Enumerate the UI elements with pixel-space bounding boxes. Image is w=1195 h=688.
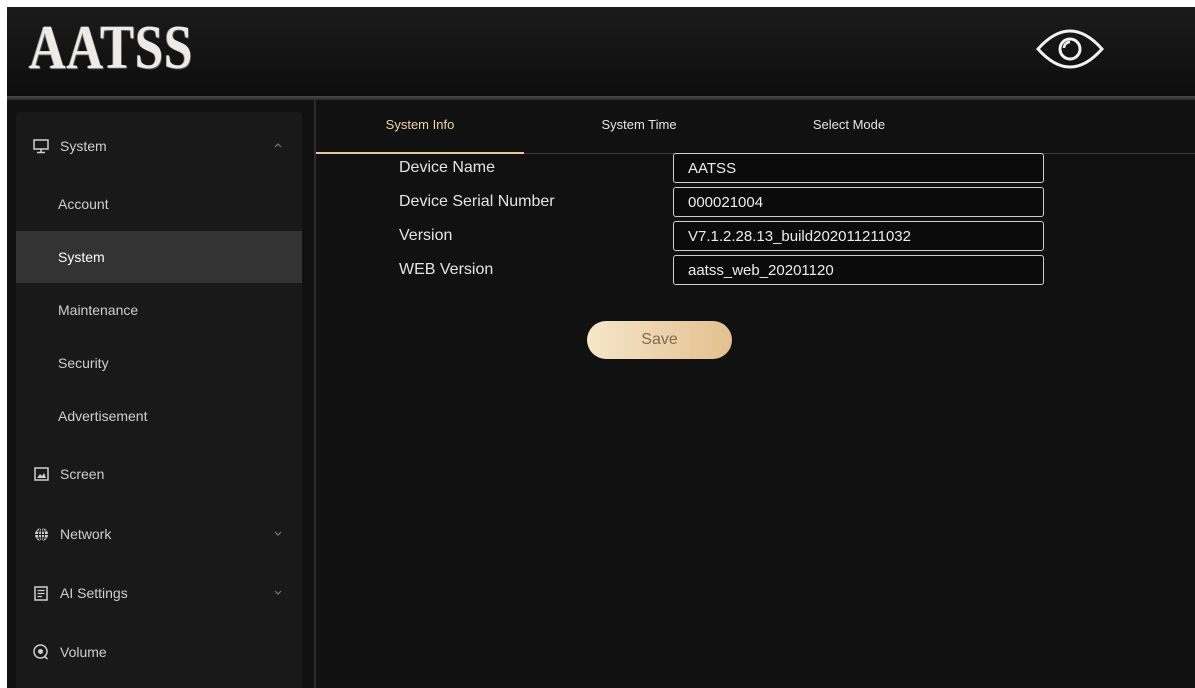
document-icon — [32, 584, 50, 602]
content-divider — [314, 100, 316, 688]
device-name-field[interactable] — [673, 153, 1044, 183]
sidebar-item-label: AI Settings — [60, 585, 128, 601]
version-field[interactable] — [673, 221, 1044, 251]
chevron-down-icon — [274, 590, 282, 595]
sidebar-item-label: Network — [60, 526, 112, 542]
serial-number-label: Device Serial Number — [399, 193, 555, 210]
sidebar-item-label: System — [60, 138, 107, 154]
sidebar-item-label: Security — [58, 355, 109, 371]
sidebar-item-label: Account — [58, 196, 109, 212]
sidebar-item-label: Advertisement — [58, 408, 148, 424]
tab-label: System Info — [385, 117, 455, 132]
sidebar-item-ai-settings[interactable]: AI Settings — [16, 567, 302, 619]
tab-select-mode[interactable]: Select Mode — [754, 100, 944, 153]
sidebar-item-volume[interactable]: Volume — [16, 626, 302, 678]
chevron-down-icon — [274, 531, 282, 536]
web-version-field[interactable] — [673, 255, 1044, 285]
sidebar-item-system-group[interactable]: System — [16, 120, 302, 172]
tab-bar: System Info System Time Select Mode — [316, 100, 1195, 154]
sidebar: System Account System Maintenance Securi… — [16, 112, 302, 688]
serial-number-field[interactable] — [673, 187, 1044, 217]
sidebar-item-label: Volume — [60, 644, 107, 660]
sidebar-item-label: System — [58, 249, 105, 265]
volume-icon — [32, 643, 50, 661]
device-name-label: Device Name — [399, 159, 496, 176]
sidebar-item-network[interactable]: Network — [16, 508, 302, 560]
tab-label: Select Mode — [812, 117, 886, 132]
header: AATSS — [7, 7, 1195, 96]
sidebar-item-label: Screen — [60, 466, 105, 482]
eye-icon[interactable] — [1030, 21, 1110, 77]
sidebar-item-label: Maintenance — [58, 302, 139, 318]
sidebar-item-maintenance[interactable]: Maintenance — [16, 284, 302, 336]
image-icon — [32, 465, 50, 483]
app-frame: AATSS System Account System Maintenance … — [7, 7, 1195, 688]
version-label: Version — [399, 227, 453, 244]
logo: AATSS — [29, 14, 194, 82]
sidebar-item-account[interactable]: Account — [16, 178, 302, 230]
monitor-icon — [32, 137, 50, 155]
tab-system-time[interactable]: System Time — [544, 100, 734, 153]
sidebar-item-security[interactable]: Security — [16, 337, 302, 389]
sidebar-item-system[interactable]: System — [16, 231, 302, 283]
web-version-label: WEB Version — [399, 261, 494, 278]
tab-label: System Time — [601, 117, 677, 132]
save-button[interactable]: Save — [587, 321, 732, 359]
tab-system-info[interactable]: System Info — [316, 100, 524, 154]
globe-icon — [32, 525, 50, 543]
chevron-up-icon — [274, 143, 282, 148]
sidebar-item-screen[interactable]: Screen — [16, 448, 302, 500]
sidebar-item-advertisement[interactable]: Advertisement — [16, 390, 302, 442]
